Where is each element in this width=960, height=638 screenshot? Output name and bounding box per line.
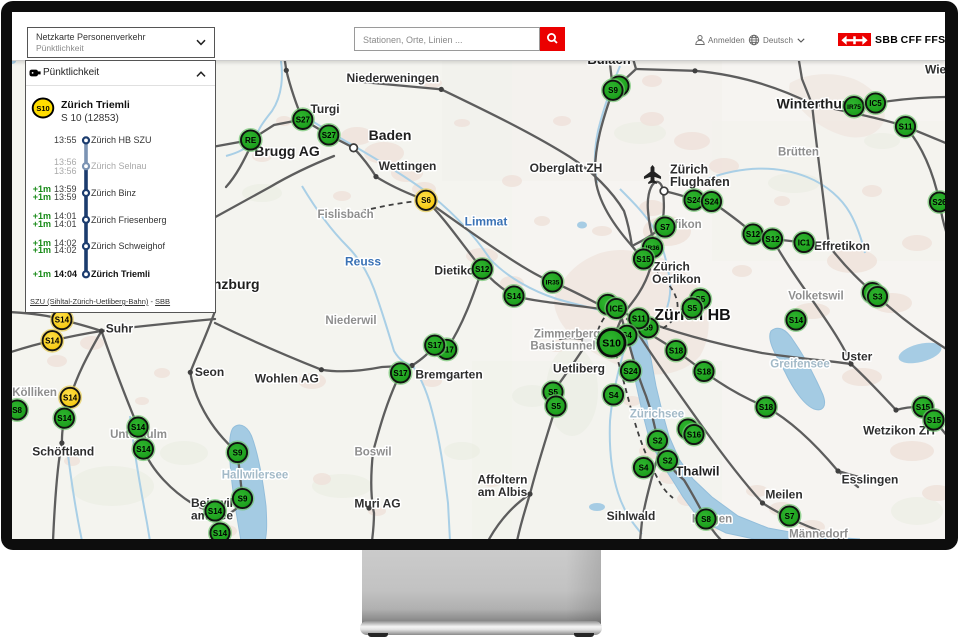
svg-text:Wiesendangen: Wiesendangen [925, 63, 945, 77]
svg-text:S14: S14 [57, 414, 72, 423]
svg-text:Oerlikon: Oerlikon [652, 272, 701, 286]
svg-text:Turgi: Turgi [310, 102, 339, 116]
svg-text:Meilen: Meilen [765, 488, 802, 502]
svg-text:S17: S17 [428, 341, 443, 350]
svg-text:Sihlwald: Sihlwald [607, 509, 656, 523]
svg-text:Männedorf: Männedorf [789, 529, 848, 540]
svg-text:S14: S14 [136, 445, 151, 454]
svg-text:Baden: Baden [369, 127, 412, 143]
svg-text:S10: S10 [602, 338, 621, 350]
svg-text:S11: S11 [899, 122, 913, 131]
svg-text:Flughafen: Flughafen [670, 175, 730, 189]
svg-text:S14: S14 [45, 337, 60, 346]
svg-text:Basistunnel: Basistunnel [530, 341, 595, 353]
svg-text:IC5: IC5 [869, 99, 882, 108]
svg-text:S4: S4 [609, 391, 619, 400]
svg-text:Oberglatt ZH: Oberglatt ZH [530, 161, 603, 175]
svg-text:ICE: ICE [610, 304, 624, 313]
svg-text:S11: S11 [632, 315, 646, 324]
svg-text:S9: S9 [608, 86, 618, 95]
svg-text:Greifensee: Greifensee [770, 359, 829, 371]
svg-text:Zimmerberg-: Zimmerberg- [534, 329, 604, 341]
svg-text:Zürichsee: Zürichsee [630, 409, 684, 421]
svg-text:Muri AG: Muri AG [354, 497, 400, 511]
svg-text:S5: S5 [687, 304, 697, 313]
svg-text:S14: S14 [55, 316, 70, 325]
svg-text:Reuss: Reuss [345, 255, 381, 269]
svg-text:Kölliken: Kölliken [12, 387, 57, 399]
svg-text:S18: S18 [669, 346, 684, 355]
svg-text:S15: S15 [927, 416, 942, 425]
svg-text:S15: S15 [636, 255, 651, 264]
svg-text:Uetliberg: Uetliberg [553, 362, 605, 376]
svg-text:S4: S4 [639, 463, 649, 472]
svg-text:IR35: IR35 [546, 279, 560, 286]
svg-text:S12: S12 [765, 235, 780, 244]
svg-text:S3: S3 [873, 292, 883, 301]
svg-text:Winterthur: Winterthur [777, 96, 848, 112]
svg-text:Bülach: Bülach [587, 61, 630, 67]
svg-text:S8: S8 [701, 515, 711, 524]
svg-text:Hallwilersee: Hallwilersee [222, 470, 288, 482]
svg-text:S7: S7 [785, 512, 795, 521]
svg-text:S24: S24 [687, 196, 702, 205]
svg-text:Wohlen AG: Wohlen AG [255, 372, 319, 386]
svg-text:Niederwil: Niederwil [325, 315, 376, 327]
svg-text:S18: S18 [759, 403, 774, 412]
svg-text:S14: S14 [208, 507, 223, 516]
svg-text:Boswil: Boswil [354, 447, 391, 459]
svg-text:S27: S27 [296, 115, 311, 124]
svg-text:Effretikon: Effretikon [814, 239, 870, 253]
svg-text:Brütten: Brütten [778, 147, 819, 159]
svg-text:S8: S8 [12, 406, 22, 415]
svg-text:Schöftland: Schöftland [32, 445, 94, 459]
svg-text:Thalwil: Thalwil [675, 464, 719, 479]
svg-text:S24: S24 [704, 197, 719, 206]
svg-text:S24: S24 [623, 367, 638, 376]
svg-text:IC1: IC1 [798, 238, 811, 247]
svg-text:Seon: Seon [195, 365, 224, 379]
svg-text:Limmat: Limmat [465, 215, 508, 229]
svg-text:am Albis: am Albis [478, 485, 528, 499]
svg-text:S9: S9 [233, 448, 243, 457]
svg-text:Niederweningen: Niederweningen [346, 71, 439, 85]
svg-text:S7: S7 [660, 223, 670, 232]
svg-text:S14: S14 [213, 529, 228, 538]
svg-text:S12: S12 [475, 265, 490, 274]
svg-text:S5: S5 [551, 402, 561, 411]
svg-text:S2: S2 [663, 456, 673, 465]
svg-text:S12: S12 [746, 230, 761, 239]
svg-text:S2: S2 [653, 436, 663, 445]
svg-text:IR75: IR75 [847, 104, 861, 111]
svg-text:Suhr: Suhr [106, 322, 134, 336]
svg-text:S17: S17 [393, 369, 408, 378]
svg-text:Esslingen: Esslingen [842, 473, 899, 487]
svg-text:Uster: Uster [842, 350, 873, 364]
svg-text:S16: S16 [687, 430, 702, 439]
svg-text:S6: S6 [421, 196, 431, 205]
svg-text:S14: S14 [507, 292, 522, 301]
svg-text:Fislisbach: Fislisbach [317, 209, 373, 221]
svg-text:Brugg AG: Brugg AG [254, 143, 320, 159]
svg-text:Volketswil: Volketswil [788, 291, 843, 303]
svg-text:Bremgarten: Bremgarten [415, 368, 482, 382]
svg-text:RE: RE [245, 136, 257, 145]
svg-text:S9: S9 [238, 494, 248, 503]
svg-text:S14: S14 [131, 423, 146, 432]
svg-text:S18: S18 [697, 367, 712, 376]
svg-text:S26: S26 [932, 198, 945, 207]
svg-text:S27: S27 [322, 131, 337, 140]
svg-text:Wettingen: Wettingen [379, 159, 437, 173]
svg-text:S14: S14 [63, 393, 78, 402]
svg-text:S14: S14 [789, 316, 804, 325]
